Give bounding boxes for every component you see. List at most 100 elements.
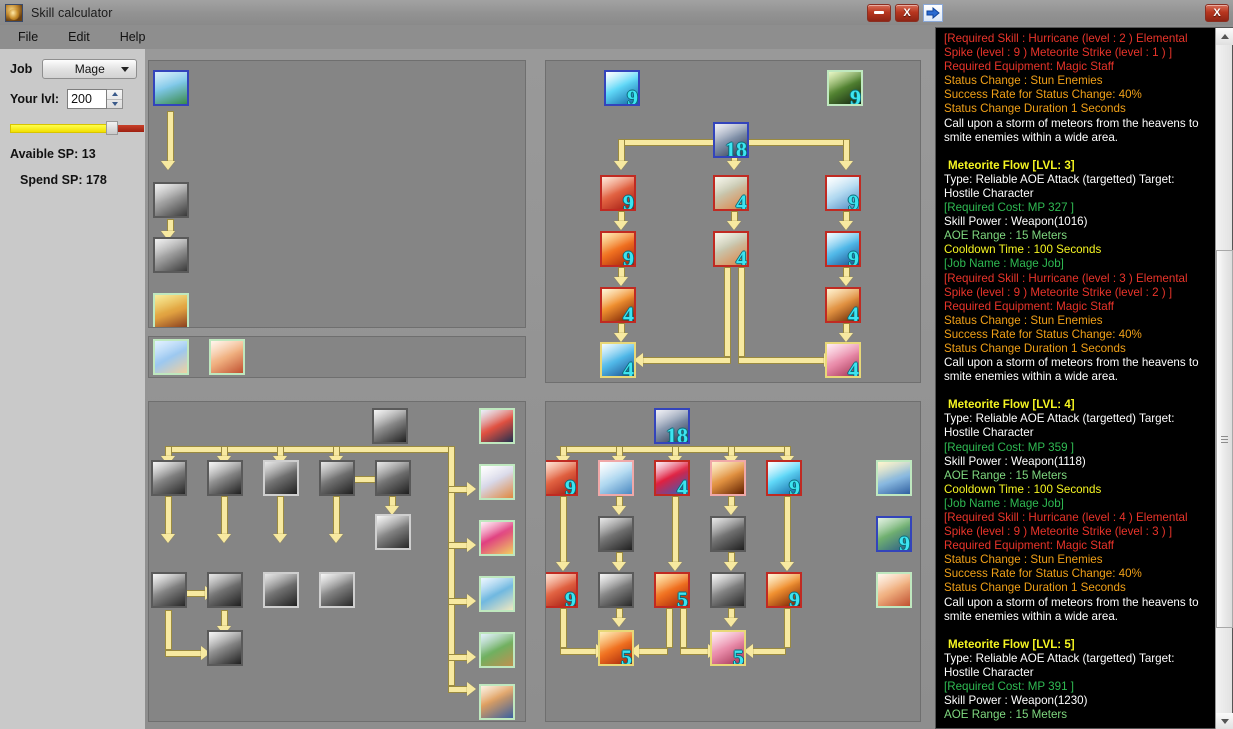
scrollbar-thumb[interactable] (1216, 250, 1233, 628)
chevron-down-icon (121, 67, 130, 72)
connector-line (560, 648, 598, 655)
skill-node[interactable]: 4 (713, 231, 749, 267)
skill-node[interactable]: 4 (713, 175, 749, 211)
description-line: Required Equipment: Magic Staff (944, 299, 1114, 313)
stepper-up[interactable] (107, 90, 123, 100)
level-stepper[interactable] (107, 89, 124, 109)
skill-title: Meteorite Flow [LVL: 5] (948, 637, 1075, 651)
skill-node[interactable]: 9 (825, 231, 861, 267)
skill-node[interactable]: 18 (713, 122, 749, 158)
menu-help[interactable]: Help (116, 28, 150, 46)
job-select[interactable]: Mage (42, 59, 138, 79)
skill-node[interactable] (207, 572, 243, 608)
description-line: Skill Power : Weapon(1230) (944, 694, 1088, 708)
skill-node[interactable]: 9 (827, 70, 863, 106)
skill-node[interactable] (710, 516, 746, 552)
description-line: Skill Power : Weapon(1016) (944, 215, 1088, 229)
skill-node[interactable]: 9 (604, 70, 640, 106)
connector-arrow (614, 161, 628, 170)
description-line: Type: Reliable AOE Attack (targetted) Ta… (944, 412, 1175, 440)
skill-node[interactable] (479, 464, 515, 500)
skill-node[interactable] (319, 460, 355, 496)
skill-node[interactable]: 4 (825, 342, 861, 378)
skill-node[interactable]: 9 (825, 175, 861, 211)
skill-node[interactable]: 5 (654, 572, 690, 608)
skill-node[interactable] (710, 572, 746, 608)
skill-node[interactable]: 9 (600, 231, 636, 267)
skill-node[interactable]: 9 (546, 460, 578, 496)
skill-tree-panel-top-right[interactable]: 9 9 18 9 4 9 9 4 9 4 4 4 4 (545, 60, 921, 383)
connector-line (221, 496, 228, 538)
skill-node[interactable] (375, 514, 411, 550)
skill-node[interactable] (153, 182, 189, 218)
skill-node[interactable] (372, 408, 408, 444)
skill-node[interactable] (153, 339, 189, 375)
skill-tree-panel-top-left[interactable] (148, 60, 526, 328)
skill-node[interactable] (263, 572, 299, 608)
skill-strip-top-left[interactable] (148, 336, 526, 378)
menu-file[interactable]: File (14, 28, 42, 46)
connector-arrow (467, 650, 476, 664)
connector-line (680, 648, 710, 655)
skill-node[interactable]: 9 (766, 460, 802, 496)
skill-node[interactable] (375, 460, 411, 496)
description-line: [Required Skill : Hurricane (level : 4 )… (944, 511, 1188, 539)
menu-edit[interactable]: Edit (64, 28, 94, 46)
level-slider[interactable] (10, 121, 144, 135)
description-line: [Required Cost: MP 359 ] (944, 440, 1074, 454)
skill-node[interactable] (598, 516, 634, 552)
stepper-down[interactable] (107, 100, 122, 109)
skill-node[interactable]: 4 (600, 287, 636, 323)
skill-node[interactable] (479, 632, 515, 668)
slider-thumb[interactable] (106, 121, 118, 135)
skill-node[interactable] (153, 293, 189, 327)
skill-node[interactable] (319, 572, 355, 608)
connector-arrow (724, 506, 738, 515)
triangle-down-icon (1220, 719, 1229, 724)
skill-node[interactable]: 4 (825, 287, 861, 323)
skill-node[interactable] (876, 572, 912, 608)
skill-node[interactable] (876, 460, 912, 496)
skill-node[interactable] (598, 572, 634, 608)
skill-node[interactable]: 9 (766, 572, 802, 608)
skill-node[interactable]: 9 (546, 572, 578, 608)
scroll-up-button[interactable] (1216, 28, 1233, 45)
description-line: Call upon a storm of meteors from the he… (944, 595, 1199, 623)
skill-node[interactable]: 18 (654, 408, 690, 444)
skill-node[interactable] (479, 684, 515, 720)
skill-node[interactable]: 9 (876, 516, 912, 552)
connector-line (738, 357, 826, 364)
skill-node[interactable]: 5 (598, 630, 634, 666)
scroll-down-button[interactable] (1216, 713, 1233, 729)
skill-tree-panel-bottom-left[interactable] (148, 401, 526, 722)
skill-node[interactable] (209, 339, 245, 375)
skill-node[interactable] (598, 460, 634, 496)
description-line: [Job Name : Mage Job] (944, 257, 1064, 271)
skill-node[interactable] (207, 460, 243, 496)
level-input-value: 200 (71, 92, 92, 106)
connector-line (165, 650, 203, 657)
skill-node[interactable]: 5 (710, 630, 746, 666)
skill-node[interactable] (153, 237, 189, 273)
description-line: Required Equipment: Magic Staff (944, 539, 1114, 553)
skill-node[interactable] (153, 70, 189, 106)
skill-node[interactable] (151, 460, 187, 496)
close-button[interactable]: X (895, 3, 919, 22)
skill-node[interactable] (479, 520, 515, 556)
description-scrollbar[interactable] (1215, 28, 1233, 729)
skill-node[interactable] (710, 460, 746, 496)
skill-node[interactable]: 9 (600, 175, 636, 211)
level-input[interactable]: 200 (67, 89, 108, 109)
skill-node[interactable]: 4 (600, 342, 636, 378)
minimize-button[interactable] (867, 3, 891, 22)
skill-tree-panel-bottom-right[interactable]: 18 9 4 9 9 5 9 5 5 9 (545, 401, 921, 722)
skill-node[interactable] (207, 630, 243, 666)
blue-arrow-right-icon[interactable] (923, 3, 943, 22)
skill-node[interactable] (479, 408, 515, 444)
outer-close-button[interactable]: X (1205, 3, 1229, 22)
description-line: Cooldown Time : 100 Seconds (944, 243, 1102, 257)
skill-node[interactable] (151, 572, 187, 608)
skill-node[interactable] (479, 576, 515, 612)
skill-node[interactable]: 4 (654, 460, 690, 496)
skill-node[interactable] (263, 460, 299, 496)
